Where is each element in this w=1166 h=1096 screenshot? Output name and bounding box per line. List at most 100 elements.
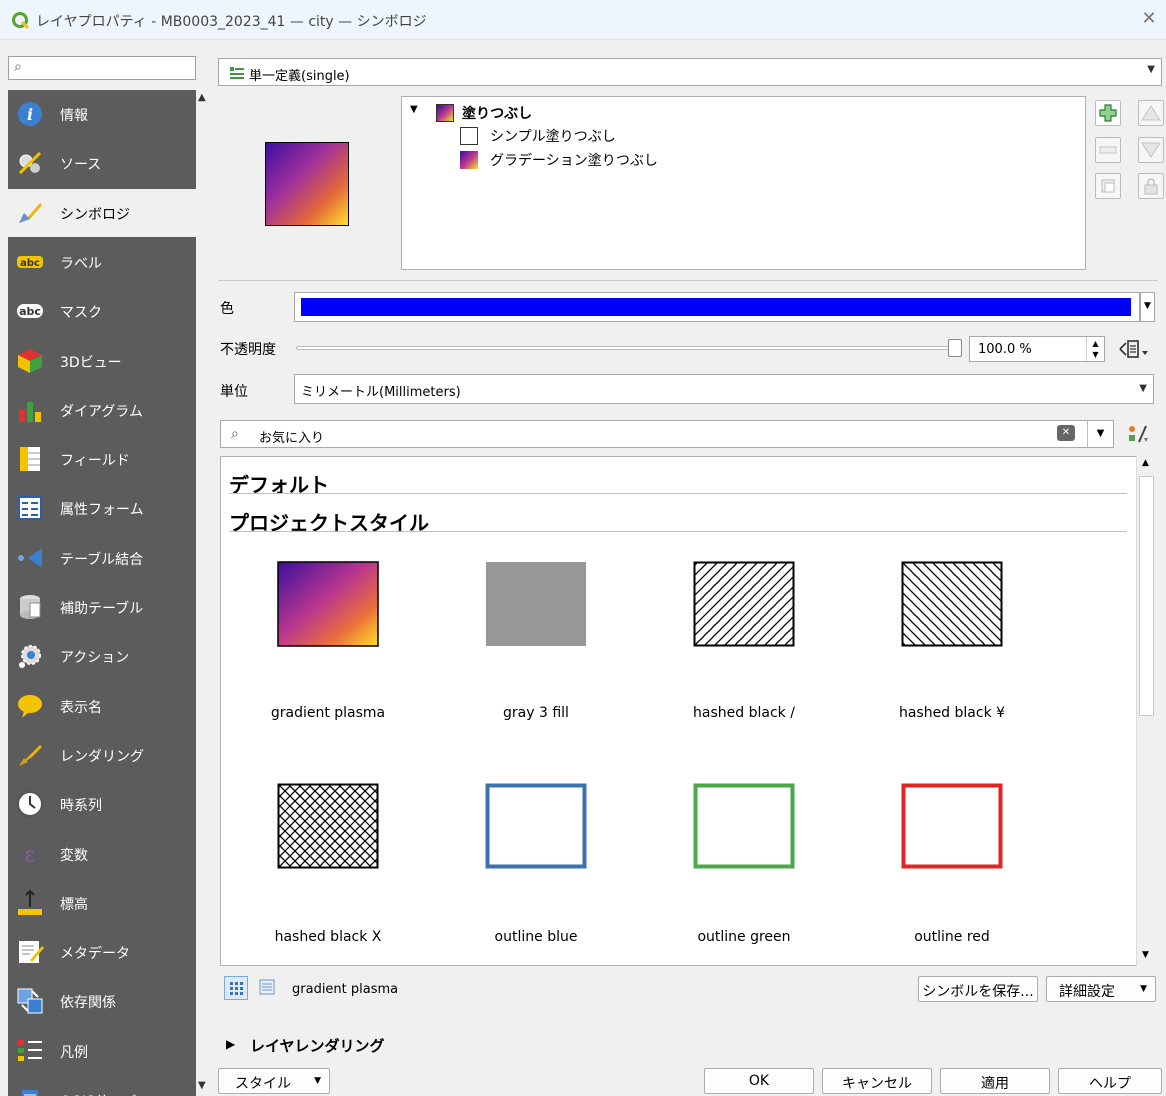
sidebar-item[interactable]: ダイアグラム bbox=[8, 386, 196, 434]
sidebar-item-label: 属性フォーム bbox=[60, 502, 144, 519]
symbol-library-list[interactable]: デフォルト プロジェクトスタイル gradient plasma gray 3 f… bbox=[220, 456, 1156, 966]
library-scrollbar[interactable]: ▲ ▼ bbox=[1136, 456, 1156, 966]
spin-arrows-icon[interactable]: ▲ ▼ bbox=[1086, 337, 1104, 361]
sidebar-item[interactable]: メタデータ bbox=[8, 928, 196, 976]
symbol-outline-item[interactable] bbox=[693, 783, 795, 869]
unit-select[interactable]: ミリメートル(Millimeters) ▼ bbox=[294, 374, 1154, 404]
sidebar-item[interactable]: i 情報 bbox=[8, 90, 196, 138]
list-view-icon bbox=[259, 979, 275, 995]
add-layer-button[interactable] bbox=[1095, 100, 1121, 126]
advanced-button[interactable]: 詳細設定 ▼ bbox=[1046, 976, 1156, 1002]
move-up-button[interactable] bbox=[1138, 100, 1164, 126]
opacity-slider-track[interactable] bbox=[296, 346, 956, 350]
sidebar-scrollbar[interactable]: ▲ ▼ bbox=[196, 90, 210, 1096]
cancel-button[interactable]: キャンセル bbox=[822, 1068, 932, 1094]
chevron-down-icon[interactable]: ▼ bbox=[1087, 421, 1113, 447]
symbol-label: gradient plasma bbox=[270, 705, 386, 721]
color-button[interactable] bbox=[294, 292, 1140, 322]
sidebar-item[interactable]: 補助テーブル bbox=[8, 583, 196, 631]
renderer-type-select[interactable]: 単一定義(single) ▼ bbox=[218, 58, 1162, 86]
actions-gear-icon bbox=[16, 642, 44, 670]
symbol-outline-item[interactable] bbox=[485, 783, 587, 869]
divider bbox=[218, 280, 1158, 281]
sidebar-item-label: シンボロジ bbox=[60, 206, 130, 223]
tree-layer-row[interactable]: シンプル塗りつぶし bbox=[460, 126, 760, 148]
help-button[interactable]: ヘルプ bbox=[1058, 1068, 1162, 1094]
symbol-hash-cross-item[interactable] bbox=[277, 783, 379, 869]
lock-layer-button[interactable] bbox=[1138, 173, 1164, 199]
sidebar-item[interactable]: ε 変数 bbox=[8, 830, 196, 878]
sidebar-item[interactable]: abc ラベル bbox=[8, 238, 196, 286]
sidebar-item[interactable]: 時系列 bbox=[8, 780, 196, 828]
sidebar-item[interactable]: 3Dビュー bbox=[8, 337, 196, 385]
divider bbox=[229, 531, 1127, 532]
move-down-button[interactable] bbox=[1138, 137, 1164, 163]
sidebar-item[interactable]: ソース bbox=[8, 139, 196, 187]
search-icon: ⌕ bbox=[231, 426, 239, 442]
list-view-button[interactable] bbox=[256, 976, 280, 1000]
triangle-down-icon bbox=[1141, 142, 1161, 158]
sidebar-item[interactable]: 表示名 bbox=[8, 682, 196, 730]
tree-expand-icon[interactable]: ▼ bbox=[410, 104, 418, 115]
color-menu-button[interactable]: ▼ bbox=[1140, 292, 1155, 322]
opacity-label: 不透明度 bbox=[220, 342, 276, 358]
symbol-gray-item[interactable] bbox=[485, 561, 587, 647]
symbol-hash-back-item[interactable] bbox=[901, 561, 1003, 647]
tree-layer-row[interactable]: グラデーション塗りつぶし bbox=[460, 150, 760, 172]
scroll-down-icon[interactable]: ▼ bbox=[198, 1080, 206, 1091]
opacity-spinbox[interactable]: 100.0 % ▲ ▼ bbox=[969, 336, 1105, 362]
clear-input-icon[interactable]: ✕ bbox=[1057, 425, 1075, 441]
variables-epsilon-icon: ε bbox=[16, 840, 44, 868]
symbol-outline-item[interactable] bbox=[901, 783, 1003, 869]
symbol-preview bbox=[265, 142, 349, 226]
remove-layer-button[interactable] bbox=[1095, 137, 1121, 163]
sidebar-item[interactable]: QGISサーバ bbox=[8, 1076, 196, 1096]
sidebar-item-label: レンダリング bbox=[60, 748, 144, 765]
sidebar-item[interactable]: 凡例 bbox=[8, 1027, 196, 1075]
scroll-thumb[interactable] bbox=[1139, 476, 1154, 716]
sidebar-item-label: 依存関係 bbox=[60, 995, 116, 1012]
sidebar-item[interactable]: レンダリング bbox=[8, 731, 196, 779]
sidebar-item[interactable]: 依存関係 bbox=[8, 977, 196, 1025]
scroll-up-icon[interactable]: ▲ bbox=[1142, 458, 1149, 468]
lock-icon bbox=[1144, 178, 1158, 195]
apply-button[interactable]: 適用 bbox=[940, 1068, 1050, 1094]
save-symbol-button[interactable]: シンボルを保存... bbox=[918, 976, 1038, 1002]
chevron-down-icon: ▼ bbox=[1144, 301, 1151, 311]
duplicate-layer-button[interactable] bbox=[1095, 173, 1121, 199]
data-defined-override-icon[interactable] bbox=[1118, 337, 1152, 361]
tree-root-row[interactable]: ▼ 塗りつぶし bbox=[410, 103, 610, 125]
symbol-layer-tree[interactable]: ▼ 塗りつぶし シンプル塗りつぶし グラデーション塗りつぶし bbox=[401, 96, 1086, 270]
sidebar-item[interactable]: abc マスク bbox=[8, 287, 196, 335]
symbol-label: hashed black / bbox=[693, 705, 795, 721]
symbol-search-input[interactable]: ⌕ お気に入り ✕ ▼ bbox=[220, 420, 1114, 448]
unit-label: 単位 bbox=[220, 384, 248, 400]
ok-button[interactable]: OK bbox=[704, 1068, 814, 1094]
icon-view-button[interactable] bbox=[224, 976, 248, 1000]
svg-text:i: i bbox=[27, 105, 33, 124]
style-manager-icon[interactable] bbox=[1126, 422, 1150, 446]
symbol-gradient-item[interactable] bbox=[277, 561, 379, 647]
sidebar-item[interactable]: シンボロジ bbox=[8, 188, 196, 237]
sidebar-item[interactable]: 属性フォーム bbox=[8, 484, 196, 532]
sidebar-search-input[interactable]: ⌕ bbox=[8, 56, 196, 80]
layer-rendering-group[interactable]: ▶ レイヤレンダリング bbox=[226, 1034, 526, 1058]
sidebar-item-label: 表示名 bbox=[60, 699, 102, 716]
chevron-down-icon: ▼ bbox=[1147, 64, 1155, 75]
scroll-down-icon[interactable]: ▼ bbox=[1142, 950, 1149, 960]
sidebar-item-label: ラベル bbox=[60, 255, 102, 272]
style-button[interactable]: スタイル ▼ bbox=[218, 1068, 330, 1094]
svg-text:ε: ε bbox=[24, 843, 35, 868]
opacity-slider-handle[interactable] bbox=[948, 339, 962, 357]
close-icon[interactable]: ✕ bbox=[1138, 8, 1160, 29]
sidebar-item[interactable]: テーブル結合 bbox=[8, 534, 196, 582]
color-swatch bbox=[301, 298, 1131, 316]
sidebar-item[interactable]: アクション bbox=[8, 632, 196, 680]
sidebar-item[interactable]: 標高 bbox=[8, 879, 196, 927]
symbol-hash-slash-item[interactable] bbox=[693, 561, 795, 647]
scroll-up-icon[interactable]: ▲ bbox=[198, 92, 206, 103]
chevron-down-icon: ▼ bbox=[1139, 383, 1147, 394]
attributes-form-icon bbox=[16, 494, 44, 522]
sidebar-item[interactable]: フィールド bbox=[8, 435, 196, 483]
style-button-label: スタイル bbox=[235, 1076, 291, 1092]
